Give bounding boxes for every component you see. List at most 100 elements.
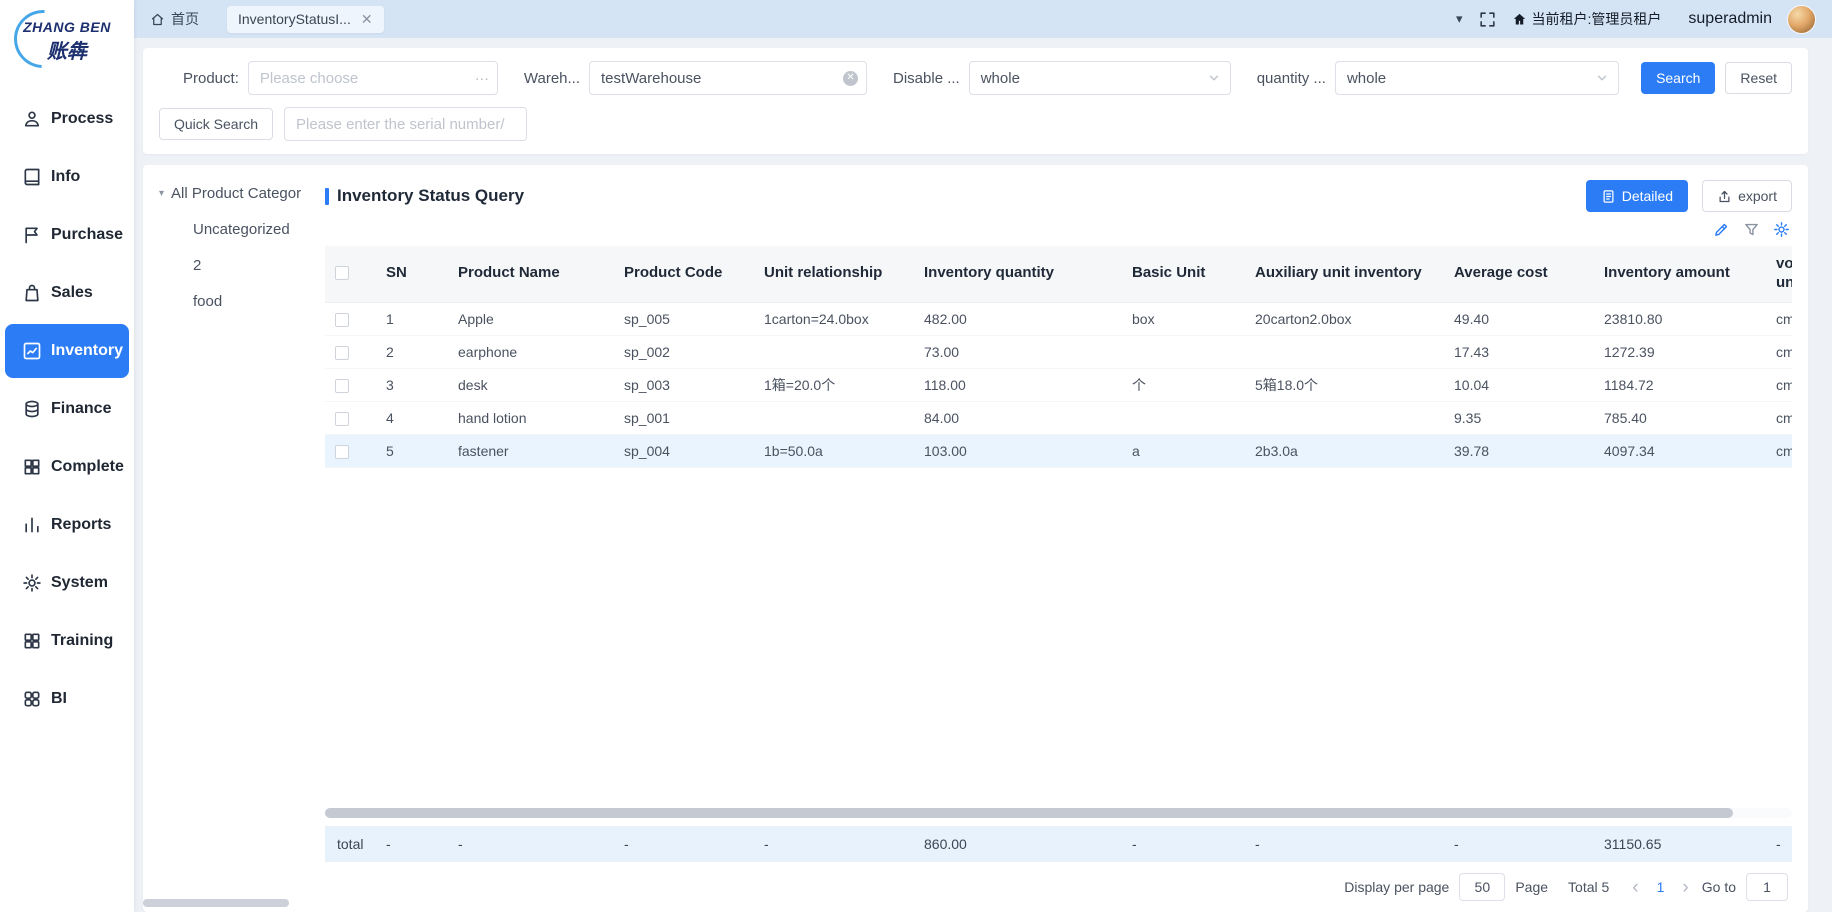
sidebar-item-sales[interactable]: Sales xyxy=(0,264,134,322)
table-cell: 9.35 xyxy=(1442,401,1592,434)
column-header-inventory-amount[interactable]: Inventory amount xyxy=(1592,246,1764,302)
tree-item-uncategorized[interactable]: Uncategorized xyxy=(159,202,319,238)
goto-page-input[interactable] xyxy=(1746,873,1788,901)
sidebar-item-bi[interactable]: BI xyxy=(0,670,134,728)
current-page-button[interactable]: 1 xyxy=(1652,879,1670,895)
quick-search-button[interactable]: Quick Search xyxy=(159,108,273,140)
table-cell: a xyxy=(1120,434,1243,467)
row-checkbox-cell xyxy=(325,368,374,401)
complete-icon xyxy=(22,457,42,477)
column-header-basic-unit[interactable]: Basic Unit xyxy=(1120,246,1243,302)
column-header-average-cost[interactable]: Average cost xyxy=(1442,246,1592,302)
row-checkbox[interactable] xyxy=(335,313,349,327)
table-row[interactable]: 3desksp_0031箱=20.0个118.00个5箱18.0个10.0411… xyxy=(325,368,1792,401)
goto-label: Go to xyxy=(1702,879,1736,895)
tree-item-2[interactable]: 2 xyxy=(159,238,319,274)
column-header-sn[interactable]: SN xyxy=(374,246,446,302)
panel-header: Inventory Status Query Detailed export xyxy=(325,180,1792,212)
sidebar-item-label: Sales xyxy=(51,284,93,302)
username[interactable]: superadmin xyxy=(1688,10,1772,28)
sidebar-item-process[interactable]: Process xyxy=(0,90,134,148)
table-cell: 1箱=20.0个 xyxy=(752,368,912,401)
fullscreen-icon[interactable] xyxy=(1478,10,1497,29)
table-row[interactable]: 4hand lotionsp_00184.009.35785.40cm³ xyxy=(325,401,1792,434)
sidebar-item-complete[interactable]: Complete xyxy=(0,438,134,496)
tree-horizontal-scrollbar[interactable] xyxy=(143,899,289,907)
scrollbar-thumb[interactable] xyxy=(325,808,1733,818)
table-cell: sp_003 xyxy=(612,368,752,401)
sidebar-item-inventory[interactable]: Inventory xyxy=(5,324,129,378)
export-button[interactable]: export xyxy=(1702,180,1792,212)
tabs-dropdown-icon[interactable]: ▾ xyxy=(1456,11,1463,27)
sidebar-item-system[interactable]: System xyxy=(0,554,134,612)
disable-filter-select[interactable]: whole xyxy=(969,61,1231,95)
table-cell xyxy=(1243,401,1442,434)
table-scroll-container[interactable]: SNProduct NameProduct CodeUnit relations… xyxy=(325,246,1792,468)
sidebar-item-info[interactable]: Info xyxy=(0,148,134,206)
table-cell: 49.40 xyxy=(1442,302,1592,335)
column-header-product-code[interactable]: Product Code xyxy=(612,246,752,302)
table-row[interactable]: 1Applesp_0051carton=24.0box482.00box20ca… xyxy=(325,302,1792,335)
total-row: total----860.00---31150.65- xyxy=(325,826,1792,862)
total-cell: 860.00 xyxy=(912,826,1120,862)
tab-close-icon[interactable]: ✕ xyxy=(361,12,373,26)
select-all-cell xyxy=(325,246,374,302)
row-checkbox[interactable] xyxy=(335,412,349,426)
warehouse-input[interactable] xyxy=(589,61,867,95)
quantity-filter-select[interactable]: whole xyxy=(1335,61,1619,95)
filter-icon[interactable] xyxy=(1743,221,1760,238)
title-accent-bar xyxy=(325,188,329,205)
row-checkbox-cell xyxy=(325,335,374,368)
tree-root-all-categories[interactable]: ▾ All Product Categor xyxy=(159,185,319,202)
home-tab[interactable]: 首页 xyxy=(150,9,199,29)
edit-columns-icon[interactable] xyxy=(1713,221,1730,238)
clear-warehouse-icon[interactable]: ✕ xyxy=(843,71,858,86)
process-icon xyxy=(22,109,42,129)
next-page-icon[interactable]: › xyxy=(1679,878,1691,897)
finance-icon xyxy=(22,399,42,419)
column-header-unit-relationship[interactable]: Unit relationship xyxy=(752,246,912,302)
table-cell: sp_004 xyxy=(612,434,752,467)
column-header-volume-unit[interactable]: volume unit xyxy=(1764,246,1792,302)
search-button[interactable]: Search xyxy=(1641,62,1715,94)
reset-button[interactable]: Reset xyxy=(1725,62,1792,94)
user-avatar[interactable] xyxy=(1787,5,1816,34)
product-select-input[interactable] xyxy=(248,61,498,95)
tree-root-label: All Product Categor xyxy=(171,185,301,202)
settings-gear-icon[interactable] xyxy=(1773,221,1790,238)
sidebar-item-training[interactable]: Training xyxy=(0,612,134,670)
total-count-label: Total 5 xyxy=(1568,879,1609,895)
detailed-button[interactable]: Detailed xyxy=(1586,180,1688,212)
table-row[interactable]: 2earphonesp_00273.0017.431272.39cm³ xyxy=(325,335,1792,368)
tree-item-food[interactable]: food xyxy=(159,274,319,310)
column-header-auxiliary-unit-inventory[interactable]: Auxiliary unit inventory xyxy=(1243,246,1442,302)
row-checkbox-cell xyxy=(325,434,374,467)
table-cell: 4097.34 xyxy=(1592,434,1764,467)
table-row[interactable]: 5fastenersp_0041b=50.0a103.00a2b3.0a39.7… xyxy=(325,434,1792,467)
quick-search-input[interactable] xyxy=(284,107,527,141)
row-checkbox[interactable] xyxy=(335,445,349,459)
table-cell: 17.43 xyxy=(1442,335,1592,368)
column-header-inventory-quantity[interactable]: Inventory quantity xyxy=(912,246,1120,302)
page-size-input[interactable] xyxy=(1459,873,1505,901)
sidebar-item-finance[interactable]: Finance xyxy=(0,380,134,438)
row-checkbox-cell xyxy=(325,401,374,434)
table-cell: 84.00 xyxy=(912,401,1120,434)
sidebar-item-label: Info xyxy=(51,168,80,186)
column-header-product-name[interactable]: Product Name xyxy=(446,246,612,302)
total-cell: - xyxy=(1764,826,1792,862)
tab-inventory-status[interactable]: InventoryStatusI... ✕ xyxy=(227,6,384,33)
prev-page-icon[interactable]: ‹ xyxy=(1629,878,1641,897)
table-cell: 5 xyxy=(374,434,446,467)
sidebar-item-reports[interactable]: Reports xyxy=(0,496,134,554)
row-checkbox[interactable] xyxy=(335,379,349,393)
row-checkbox[interactable] xyxy=(335,346,349,360)
sidebar-item-purchase[interactable]: Purchase xyxy=(0,206,134,264)
more-options-icon[interactable]: ··· xyxy=(475,71,489,85)
select-all-checkbox[interactable] xyxy=(335,266,349,280)
current-tenant[interactable]: 当前租户:管理员租户 xyxy=(1512,9,1662,29)
table-cell: cm³ xyxy=(1764,368,1792,401)
tree-collapse-icon[interactable]: ▾ xyxy=(159,188,164,199)
inventory-icon xyxy=(22,341,42,361)
sidebar: ZHANG BEN 账犇 ProcessInfoPurchaseSalesInv… xyxy=(0,0,134,912)
